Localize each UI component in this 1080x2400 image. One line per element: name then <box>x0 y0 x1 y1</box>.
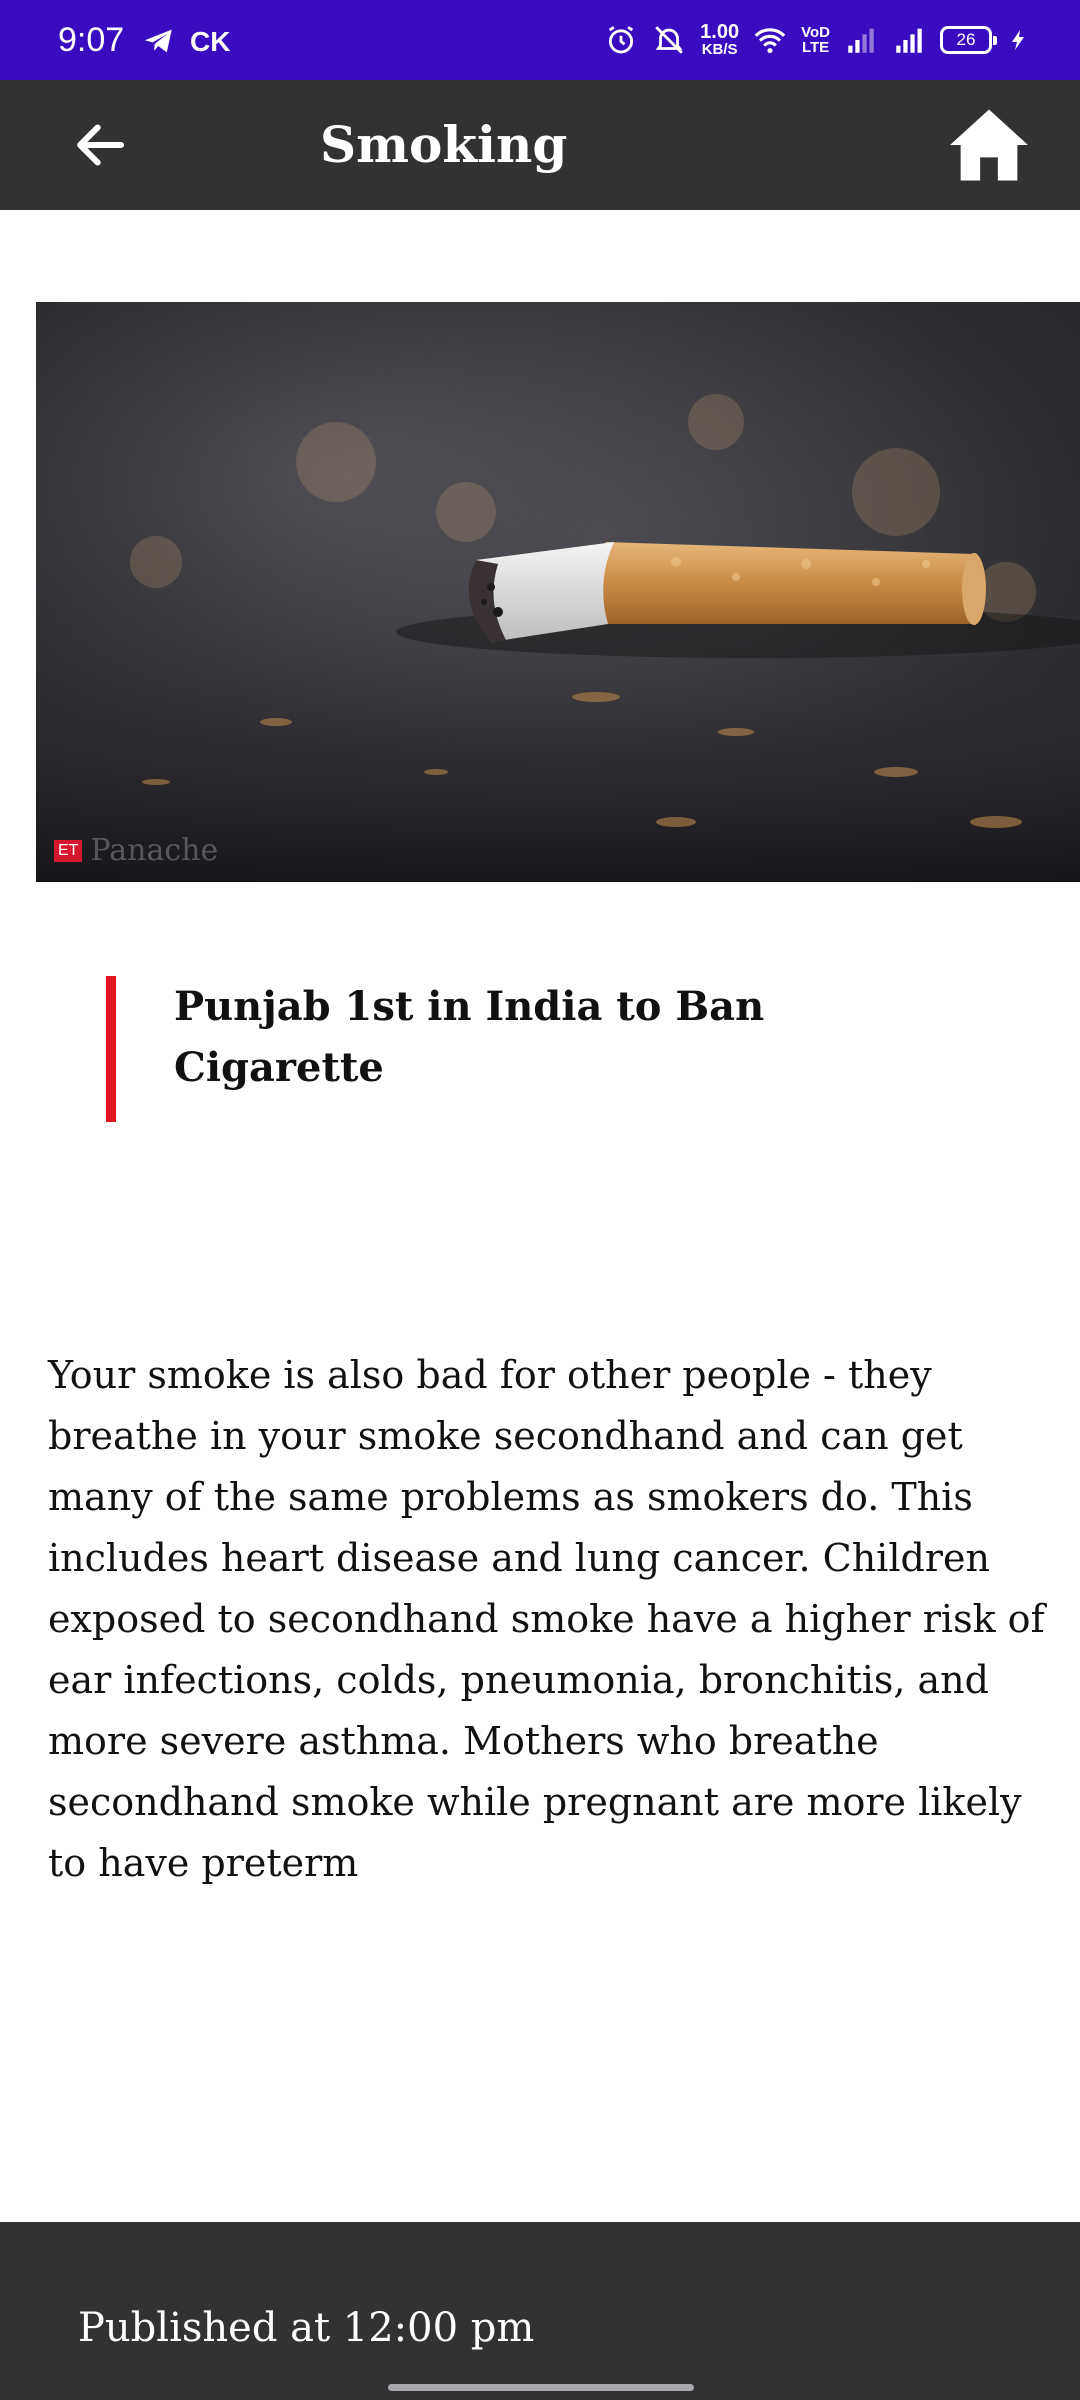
footer-bar: Published at 12:00 pm <box>0 2222 1080 2400</box>
home-button[interactable] <box>944 104 1034 186</box>
network-speed: 1.00 KB/S <box>700 22 739 58</box>
article-body: Your smoke is also bad for other people … <box>48 1353 1045 1885</box>
status-bar: 9:07 CK 1.00 KB/S VoD LTE 26 <box>0 0 1080 80</box>
app-bar: Smoking <box>0 80 1080 210</box>
watermark-badge: ET <box>54 839 83 862</box>
network-speed-unit: KB/S <box>701 41 738 58</box>
image-watermark: ET Panache <box>54 833 218 868</box>
gesture-nav-handle[interactable] <box>388 2384 694 2391</box>
volte-top: VoD <box>801 24 830 41</box>
signal-icon-sim1 <box>848 28 874 53</box>
published-time: Published at 12:00 pm <box>78 2305 535 2351</box>
telegram-icon <box>144 29 172 53</box>
status-time: 9:07 <box>58 21 125 59</box>
back-button[interactable] <box>60 110 140 180</box>
network-speed-value: 1.00 <box>700 21 740 43</box>
wifi-icon <box>754 28 786 54</box>
status-icons: 1.00 KB/S VoD LTE 26 <box>604 16 1030 64</box>
headline-block: Punjab 1st in India to Ban Cigarette <box>106 976 806 1122</box>
charging-icon <box>1012 30 1024 50</box>
watermark-text: Panache <box>90 833 219 868</box>
volte-bottom: LTE <box>801 39 830 56</box>
volte-indicator: VoD LTE <box>801 25 830 55</box>
headline-accent-bar <box>106 976 116 1122</box>
cigarette-butt-photo <box>36 302 1080 882</box>
alarm-icon <box>609 26 634 54</box>
battery-icon: 26 <box>940 26 997 54</box>
arrow-left-icon <box>77 124 125 166</box>
article-image: ET Panache <box>36 302 1080 882</box>
article-headline: Punjab 1st in India to Ban Cigarette <box>174 983 765 1091</box>
signal-icon-sim2 <box>896 28 922 53</box>
mute-icon <box>655 26 683 54</box>
carrier-label: CK <box>190 26 231 57</box>
page-title: Smoking <box>320 115 568 174</box>
home-icon <box>950 109 1028 181</box>
